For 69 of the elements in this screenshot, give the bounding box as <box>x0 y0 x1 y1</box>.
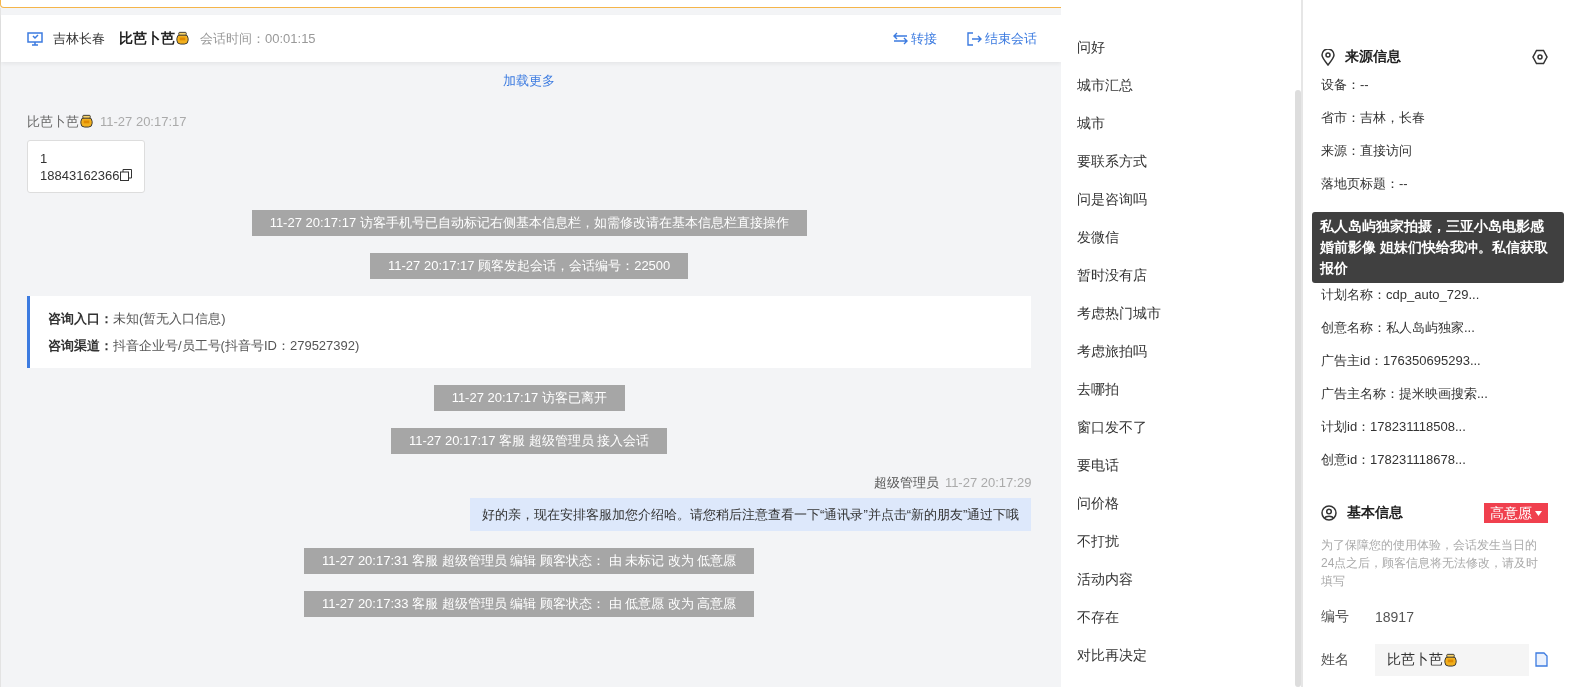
field-label: 咨询入口： <box>48 311 113 326</box>
source-detail: 设备：-- <box>1321 76 1370 94</box>
system-notice: 11-27 20:17:17 客服 超级管理员 接入会话 <box>391 428 668 454</box>
quick-reply-item[interactable]: 不存在 <box>1077 598 1295 636</box>
exit-icon <box>967 31 983 46</box>
source-detail: 省市：吉林，长春 <box>1321 109 1426 127</box>
quick-reply-item[interactable]: 发微信 <box>1077 218 1295 256</box>
quick-reply-item[interactable]: 活动内容 <box>1077 560 1295 598</box>
source-detail: 创意id：178231118678... <box>1321 451 1467 469</box>
user-circle-icon <box>1321 505 1337 521</box>
notice-text: 为了保障您的使用体验，会话发生当日的24点之后，顾客信息将无法修改，请及时填写 <box>1321 537 1540 590</box>
intent-dropdown[interactable]: 高意愿 <box>1484 503 1548 523</box>
message-bubble: 1 18843162366 <box>27 140 145 193</box>
source-detail: 计划id：178231118508... <box>1321 418 1467 436</box>
quick-reply-item[interactable]: 去哪拍 <box>1077 370 1295 408</box>
sender-name: 超级管理员 <box>873 475 939 490</box>
copy-icon[interactable] <box>119 169 132 181</box>
session-duration: 会话时间：00:01:15 <box>200 29 316 48</box>
system-notice: 11-27 20:17:17 顾客发起会话，会话编号：22500 <box>370 253 689 279</box>
location-text: 吉林长春 <box>53 29 105 48</box>
honey-jar-icon <box>79 113 94 128</box>
monitor-icon <box>27 31 43 46</box>
location-pin-icon <box>1321 48 1335 66</box>
name-field[interactable]: 比芭卜芭 <box>1375 643 1529 676</box>
end-session-button[interactable]: 结束会话 <box>967 29 1038 48</box>
field-value: 18917 <box>1375 608 1414 625</box>
field-value: 未知(暂无入口信息) <box>113 311 226 326</box>
message-time: 11-27 20:17:29 <box>944 475 1032 490</box>
quick-reply-item[interactable]: 问是咨询吗 <box>1077 180 1295 218</box>
tooltip: 私人岛屿独家拍摄，三亚小岛电影感婚前影像 姐妹们快给我冲。私信获取报价 <box>1312 212 1564 283</box>
system-notice: 11-27 20:17:31 客服 超级管理员 编辑 顾客状态： 由 未标记 改为 低意愿 <box>304 548 755 574</box>
system-notice: 11-27 20:17:17 访客已离开 <box>433 385 625 411</box>
quick-reply-item[interactable]: 对比再决定 <box>1077 636 1295 674</box>
quick-reply-item[interactable]: 要电话 <box>1077 446 1295 484</box>
load-more-link[interactable]: 加载更多 <box>503 72 556 90</box>
honey-jar-icon <box>175 29 190 45</box>
visitor-name: 比芭卜芭 <box>119 29 190 48</box>
system-notice: 11-27 20:17:17 访客手机号已自动标记右侧基本信息栏，如需修改请在基本信息栏直接操作 <box>251 210 807 236</box>
swap-arrows-icon <box>893 32 909 45</box>
field-value: 抖音企业号/员工号(抖音号ID：279527392) <box>113 338 360 353</box>
source-detail: 广告主id：176350695293... <box>1321 352 1482 370</box>
source-detail: 创意名称：私人岛屿独家... <box>1321 319 1476 337</box>
quick-reply-item[interactable]: 不打扰 <box>1077 522 1295 560</box>
system-notice: 11-27 20:17:33 客服 超级管理员 编辑 顾客状态： 由 低意愿 改为 高意愿 <box>304 591 755 617</box>
settings-icon[interactable] <box>1532 49 1548 65</box>
field-label: 姓名 <box>1321 650 1350 669</box>
message-time: 11-27 20:17:17 <box>100 114 187 129</box>
source-detail: 来源：直接访问 <box>1321 142 1413 160</box>
message-bubble: 好的亲，现在安排客服加您介绍哈。请您稍后注意查看一下“通讯录”并点击“新的朋友”通过下哦 <box>470 498 1032 531</box>
source-detail: 广告主名称：提米映画搜索... <box>1321 385 1489 403</box>
sender-name: 比芭卜芭 <box>27 114 94 129</box>
section-title: 来源信息 <box>1345 48 1401 66</box>
source-detail: 落地页标题：-- <box>1321 175 1409 193</box>
quick-reply-item[interactable]: 要联系方式 <box>1077 142 1295 180</box>
section-title: 基本信息 <box>1347 504 1403 522</box>
quick-reply-item[interactable]: 考虑旅拍吗 <box>1077 332 1295 370</box>
quick-reply-item[interactable]: 考虑热门城市 <box>1077 294 1295 332</box>
source-detail: 计划名称：cdp_auto_729... <box>1321 286 1481 304</box>
quick-reply-item[interactable]: 窗口发不了 <box>1077 408 1295 446</box>
honey-jar-icon <box>1443 652 1458 667</box>
quick-reply-item[interactable]: 暂时没有店 <box>1077 256 1295 294</box>
field-label: 编号 <box>1321 607 1350 626</box>
transfer-button[interactable]: 转接 <box>893 29 938 48</box>
quick-reply-item[interactable]: 城市 <box>1077 104 1295 142</box>
quick-reply-item[interactable]: 问价格 <box>1077 484 1295 522</box>
quick-reply-item[interactable]: 问好 <box>1077 28 1295 66</box>
field-label: 咨询渠道： <box>48 338 113 353</box>
caret-icon <box>1535 510 1542 516</box>
quick-reply-item[interactable]: 城市汇总 <box>1077 66 1295 104</box>
